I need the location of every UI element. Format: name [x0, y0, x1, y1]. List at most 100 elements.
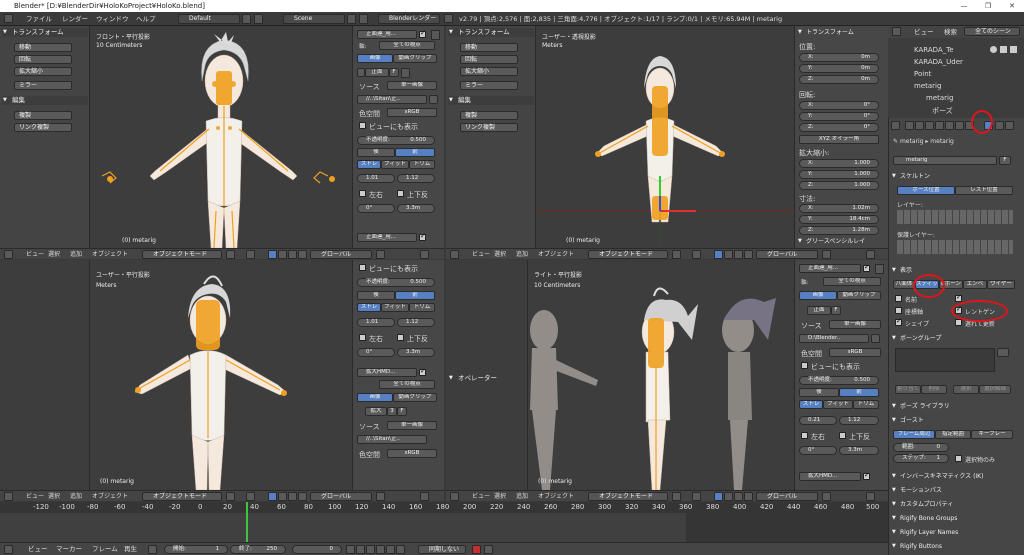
select-menu[interactable]: 選択: [494, 250, 506, 259]
location-y-field[interactable]: Y: 0m: [799, 64, 879, 73]
editor-type-icon[interactable]: [4, 545, 13, 554]
scale-y-field[interactable]: Y: 1.000: [799, 170, 879, 179]
rotation-mode-select[interactable]: XYZ オイラー角: [799, 135, 879, 144]
viewport-user-persp[interactable]: ユーザー・透視投影 Meters (0) metarig: [536, 26, 794, 248]
pivot-icon[interactable]: [246, 250, 255, 259]
rigify-layer-names-panel[interactable]: Rigify Layer Names: [891, 528, 958, 537]
select-menu[interactable]: 選択: [48, 250, 60, 259]
sync-select[interactable]: 同期しない: [418, 545, 466, 554]
bone-tab-icon[interactable]: [995, 121, 1004, 130]
layers-icon[interactable]: [822, 492, 831, 501]
editor-type-icon[interactable]: [4, 492, 13, 501]
select-menu[interactable]: 選択: [494, 492, 506, 501]
bg-file-path[interactable]: D:\Blender..: [799, 334, 869, 343]
rest-position-button[interactable]: レスト位置: [955, 186, 1013, 195]
bone-groups-list[interactable]: [895, 348, 995, 372]
world-tab-icon[interactable]: [935, 121, 944, 130]
outliner-item[interactable]: ポーズ: [932, 106, 953, 116]
bg-image-title-2[interactable]: 正面連_用...: [357, 233, 417, 242]
bg-image-title-2[interactable]: 拡大HMD...: [799, 472, 861, 481]
bg-file-path[interactable]: //..\Sitan\正..: [357, 435, 427, 444]
bg-crop-button[interactable]: トリム: [409, 160, 435, 169]
bg-scale-x-field[interactable]: 1.01: [357, 174, 395, 183]
ik-panel[interactable]: インバースキネマティクス (IK): [891, 472, 983, 481]
object-tab-icon[interactable]: [945, 121, 954, 130]
fake-user-button[interactable]: F: [999, 156, 1011, 165]
render-tab-icon[interactable]: [905, 121, 914, 130]
mode-select[interactable]: オブジェクトモード: [142, 492, 222, 501]
scale-z-field[interactable]: Z: 1.000: [799, 181, 879, 190]
menu-help[interactable]: ヘルプ: [136, 14, 156, 24]
rotation-z-field[interactable]: Z: 0°: [799, 123, 879, 132]
mode-select[interactable]: オブジェクトモード: [588, 492, 668, 501]
rotate-button[interactable]: 回転: [460, 55, 518, 64]
scale-button[interactable]: 拡大縮小: [14, 67, 72, 76]
bg-show-all-check[interactable]: [801, 362, 808, 369]
frame-menu[interactable]: フレーム: [92, 544, 118, 554]
bg-movie-tab[interactable]: 動画クリップ: [837, 291, 881, 300]
cursor-icon[interactable]: [1000, 46, 1007, 53]
ghost-step-field[interactable]: ステップ: 1: [893, 454, 949, 463]
bg-size-field[interactable]: 3.3m: [839, 446, 879, 455]
render-icon[interactable]: [420, 250, 429, 259]
outliner-item[interactable]: metarig: [914, 82, 941, 90]
timeline-ruler[interactable]: -120 -100 -80 -60 -40 -20 0 20 40 60 80 …: [0, 502, 888, 513]
ghost-panel[interactable]: ゴースト: [891, 416, 924, 425]
layers-icon[interactable]: [376, 492, 385, 501]
jump-start-icon[interactable]: [346, 545, 355, 554]
view-menu[interactable]: ビュー: [28, 544, 48, 554]
object-menu[interactable]: オブジェクト: [92, 492, 128, 501]
rotate-manip-icon[interactable]: [734, 492, 743, 501]
bg-colorspace-select[interactable]: sRGB: [387, 449, 437, 458]
display-wire[interactable]: ワイヤー: [987, 280, 1015, 289]
ghost-on-keyframes[interactable]: キーフレー: [971, 430, 1013, 439]
mode-select[interactable]: オブジェクトモード: [142, 250, 222, 259]
object-menu[interactable]: オブジェクト: [538, 492, 574, 501]
render-icon[interactable]: [866, 250, 875, 259]
ghost-selected-only-check[interactable]: [955, 455, 962, 462]
layers-icon[interactable]: [822, 250, 831, 259]
bg-image-tab[interactable]: 画像: [799, 291, 837, 300]
bg-front-button[interactable]: 前: [395, 291, 435, 300]
protected-layers-grid[interactable]: [897, 240, 1013, 254]
object-menu[interactable]: オブジェクト: [538, 250, 574, 259]
bg-crop-button[interactable]: トリム: [409, 303, 435, 312]
location-z-field[interactable]: Z: 0m: [799, 75, 879, 84]
bg-image-toggle-2[interactable]: [419, 367, 426, 376]
show-axes-check[interactable]: [895, 307, 902, 314]
bg-file-path[interactable]: //..\Sitan\正..: [357, 95, 427, 104]
custom-properties-panel[interactable]: カスタムプロパティ: [891, 500, 953, 509]
shading-icon[interactable]: [672, 250, 681, 259]
move-manip-icon[interactable]: [724, 250, 733, 259]
bg-show-all-check[interactable]: [359, 122, 366, 129]
manipulator-icon[interactable]: [268, 492, 277, 501]
rigify-buttons-panel[interactable]: Rigify Buttons: [891, 542, 942, 551]
outliner-display-select[interactable]: 全てのシーン: [964, 27, 1020, 36]
menu-file[interactable]: ファイル: [26, 14, 52, 24]
view-menu[interactable]: ビュー: [26, 250, 44, 259]
pivot-icon[interactable]: [692, 492, 701, 501]
bg-image-toggle-2[interactable]: [419, 232, 426, 241]
outliner-view-menu[interactable]: ビュー: [914, 27, 934, 37]
bg-show-all-check[interactable]: [359, 264, 366, 271]
bg-image-fake-user[interactable]: F: [389, 68, 399, 77]
constraints-tab-icon[interactable]: [955, 121, 964, 130]
grease-pencil-section[interactable]: グリースペンシルレイ: [797, 237, 885, 246]
bg-image-title[interactable]: 正面連_用...: [357, 30, 417, 39]
bg-back-button[interactable]: 後: [799, 388, 839, 397]
bg-rotation-field[interactable]: 0°: [357, 348, 395, 357]
bg-flip-x-check[interactable]: [359, 190, 366, 197]
bg-image-browse-icon[interactable]: [357, 68, 365, 77]
ghost-in-range[interactable]: 指定範囲: [935, 430, 971, 439]
bg-image-toggle[interactable]: [419, 29, 426, 38]
bg-image-users[interactable]: 3: [387, 407, 397, 416]
edit-section[interactable]: 編集: [2, 96, 88, 105]
editor-type-icon[interactable]: [891, 121, 900, 130]
select-button[interactable]: 選択: [953, 385, 979, 394]
bg-image-fake-user[interactable]: F: [397, 407, 407, 416]
layout-select[interactable]: Default: [178, 14, 240, 24]
bg-stretch-button[interactable]: ストレ: [799, 400, 823, 409]
transform-section[interactable]: トランスフォーム: [2, 28, 88, 37]
bg-scale-y-field[interactable]: 1.12: [839, 416, 879, 425]
duplicate-button[interactable]: 複製: [14, 111, 72, 120]
